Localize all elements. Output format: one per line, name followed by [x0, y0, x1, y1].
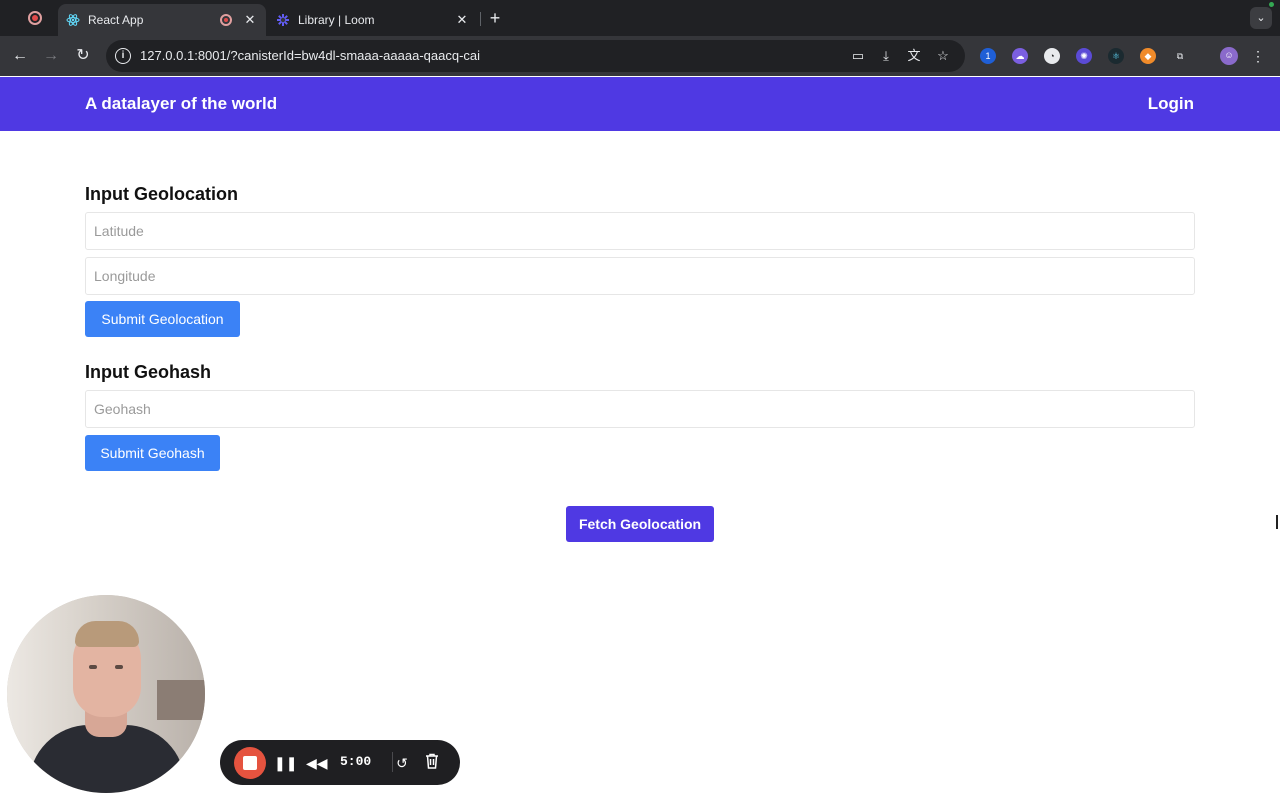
install-app-icon[interactable]: ⤓ — [878, 48, 894, 64]
kebab-menu-icon[interactable]: ⋮ — [1250, 48, 1266, 64]
react-icon — [66, 13, 80, 27]
status-dot-icon — [1269, 2, 1274, 7]
text-cursor-icon — [1276, 515, 1278, 529]
password-manager-extension-icon[interactable]: 1 — [980, 48, 996, 64]
longitude-input[interactable] — [85, 257, 1195, 295]
pause-icon[interactable]: ❚❚ — [274, 753, 297, 773]
camera-icon[interactable]: ▭ — [850, 48, 866, 64]
submit-geohash-button[interactable]: Submit Geohash — [85, 435, 220, 471]
back-button[interactable]: ← — [10, 46, 30, 66]
tab-search-button[interactable]: ⌄ — [1250, 7, 1272, 29]
arrow-left-icon: ← — [12, 47, 28, 64]
webcam-person-hair — [75, 621, 139, 647]
bookmark-star-icon[interactable]: ☆ — [935, 48, 951, 64]
info-icon[interactable]: i — [115, 48, 131, 64]
close-tab-icon[interactable]: ✕ — [454, 12, 470, 28]
loom-recording-controls: ❚❚ ◀◀ 5:00 ↺ — [220, 740, 460, 785]
browser-toolbar: ← → ↻ i 127.0.0.1:8001/?canisterId=bw4dl… — [0, 36, 1280, 76]
react-devtools-icon[interactable]: ⚛ — [1108, 48, 1124, 64]
latitude-input[interactable] — [85, 212, 1195, 250]
reload-icon: ↻ — [76, 47, 90, 64]
trash-icon[interactable] — [422, 753, 442, 773]
dots-extension-icon[interactable]: ✺ — [1076, 48, 1092, 64]
chevron-down-icon: ⌄ — [1256, 12, 1266, 24]
webcam-shelf — [157, 680, 205, 720]
webcam-bubble[interactable] — [7, 595, 205, 793]
browser-tab-strip: React App ✕ Library | Loom ✕ + ⌄ — [0, 0, 1280, 36]
stop-recording-button[interactable] — [234, 747, 266, 779]
screen: React App ✕ Library | Loom ✕ + ⌄ ← → ↻ i… — [0, 0, 1280, 800]
url-text[interactable]: 127.0.0.1:8001/?canisterId=bw4dl-smaaa-a… — [140, 48, 480, 63]
new-tab-button[interactable]: + — [486, 9, 504, 27]
webcam-person-eye — [115, 665, 123, 669]
login-link[interactable]: Login — [1148, 94, 1194, 114]
arrow-right-icon: → — [43, 47, 59, 64]
tab-library-loom[interactable]: Library | Loom ✕ — [268, 4, 478, 36]
webcam-person-eye — [89, 665, 97, 669]
submit-geolocation-button[interactable]: Submit Geolocation — [85, 301, 240, 337]
rewind-icon[interactable]: ◀◀ — [306, 753, 328, 773]
clock-extension-icon[interactable]: ◔ — [1044, 48, 1060, 64]
metamask-icon[interactable]: ◆ — [1140, 48, 1156, 64]
reload-button[interactable]: ↻ — [73, 46, 93, 66]
recording-indicator-icon — [28, 11, 42, 25]
tab-react-app[interactable]: React App ✕ — [58, 4, 266, 36]
geolocation-heading: Input Geolocation — [85, 184, 238, 204]
translate-icon[interactable]: 文 — [906, 48, 922, 64]
address-bar[interactable]: i 127.0.0.1:8001/?canisterId=bw4dl-smaaa… — [106, 40, 965, 72]
loom-icon — [276, 13, 290, 27]
tab-title: React App — [88, 13, 144, 27]
recording-timer: 5:00 — [340, 754, 372, 769]
tab-divider — [480, 12, 481, 26]
forward-button[interactable]: → — [41, 46, 61, 66]
app-header: A datalayer of the world Login — [0, 77, 1280, 131]
tab-title: Library | Loom — [298, 13, 375, 27]
fetch-geolocation-button[interactable]: Fetch Geolocation — [566, 506, 714, 542]
profile-avatar[interactable]: ☺ — [1220, 47, 1238, 65]
restart-icon[interactable]: ↺ — [392, 753, 412, 773]
puzzle-extensions-icon[interactable]: ⧉ — [1172, 48, 1188, 64]
close-tab-icon[interactable]: ✕ — [242, 12, 258, 28]
cloud-extension-icon[interactable]: ☁ — [1012, 48, 1028, 64]
app-brand[interactable]: A datalayer of the world — [85, 94, 277, 114]
tab-recording-icon — [220, 14, 232, 26]
geohash-heading: Input Geohash — [85, 362, 211, 382]
geohash-input[interactable] — [85, 390, 1195, 428]
